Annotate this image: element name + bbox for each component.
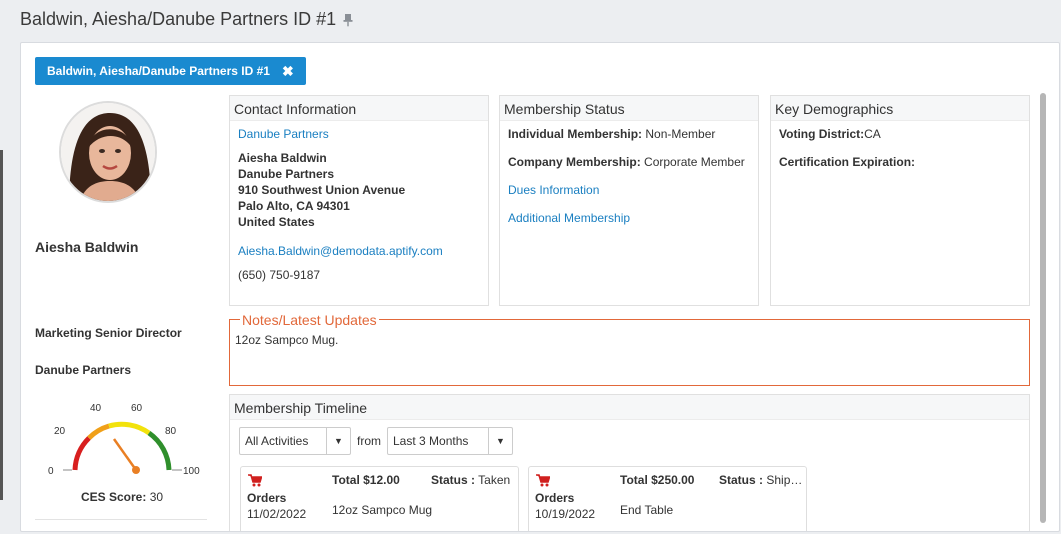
gauge-label-60: 60 <box>131 403 143 414</box>
contact-email-link[interactable]: Aiesha.Baldwin@demodata.aptify.com <box>238 243 480 259</box>
ces-score-value: 30 <box>149 490 164 504</box>
ces-score-label: CES Score: <box>81 490 147 504</box>
contact-company-link[interactable]: Danube Partners <box>238 126 480 142</box>
certification-expiration-label: Certification Expiration: <box>779 155 916 169</box>
timeline-entry[interactable]: Orders 10/19/2022 Total $250.00 Status :… <box>528 466 807 531</box>
notes-box[interactable]: Notes/Latest Updates 12oz Sampco Mug. <box>229 312 1030 386</box>
membership-status-card: Membership Status Individual Membership:… <box>499 95 759 306</box>
entry-date: 10/19/2022 <box>535 507 596 521</box>
company-membership-row: Company Membership: Corporate Member <box>508 154 750 170</box>
gauge-label-20: 20 <box>54 426 66 437</box>
ces-score: CES Score: 30 <box>81 490 163 504</box>
demographics-card-title: Key Demographics <box>771 96 1029 121</box>
shopping-cart-icon <box>536 474 550 487</box>
entry-status-label: Status : <box>431 473 476 487</box>
voting-district-value: CA <box>864 127 881 141</box>
gauge-label-80: 80 <box>165 426 177 437</box>
chevron-down-icon[interactable]: ▼ <box>488 428 512 454</box>
gauge-label-40: 40 <box>90 403 102 414</box>
company-membership-value: Corporate Member <box>644 155 745 169</box>
contact-name: Aiesha Baldwin <box>238 151 327 165</box>
entry-type: Orders <box>247 491 287 505</box>
key-demographics-card: Key Demographics Voting District:CA Cert… <box>770 95 1030 306</box>
notes-text: 12oz Sampco Mug. <box>235 333 339 347</box>
job-title: Marketing Senior Director <box>35 326 182 340</box>
avatar <box>59 101 157 203</box>
from-label: from <box>357 434 381 448</box>
entry-type: Orders <box>535 491 575 505</box>
ces-gauge: 0 20 40 60 80 100 <box>48 403 200 477</box>
gauge-label-0: 0 <box>48 466 54 477</box>
entry-status: Status : Taken <box>431 473 516 487</box>
page-header: Baldwin, Aiesha/Danube Partners ID #1 <box>0 0 1061 42</box>
left-divider <box>35 519 207 520</box>
individual-membership-label: Individual Membership: <box>508 127 643 141</box>
contact-phone: (650) 750-9187 <box>238 268 321 282</box>
membership-card-title: Membership Status <box>500 96 758 121</box>
date-range-select[interactable]: Last 3 Months ▼ <box>387 427 513 455</box>
entry-status-value: Shipped <box>766 473 804 487</box>
entry-description: 12oz Sampco Mug <box>332 503 433 517</box>
contact-street: 910 Southwest Union Avenue <box>238 183 406 197</box>
entry-status-value: Taken <box>478 473 511 487</box>
shopping-cart-icon <box>248 474 262 487</box>
voting-district-label: Voting District: <box>779 127 865 141</box>
company-name: Danube Partners <box>35 363 132 377</box>
entry-total: Total $250.00 <box>620 473 695 487</box>
contact-company: Danube Partners <box>238 167 335 181</box>
contact-information-card: Contact Information Danube Partners Aies… <box>229 95 489 306</box>
entry-total: Total $12.00 <box>332 473 400 487</box>
voting-district-row: Voting District:CA <box>779 126 1021 142</box>
dues-information-link[interactable]: Dues Information <box>508 182 750 198</box>
company-membership-label: Company Membership: <box>508 155 641 169</box>
contact-city: Palo Alto, CA 94301 <box>238 199 350 213</box>
entry-description: End Table <box>620 503 674 517</box>
additional-membership-link[interactable]: Additional Membership <box>508 210 750 226</box>
entry-status: Status : Shipped <box>719 473 804 487</box>
close-icon[interactable]: ✖ <box>282 63 294 80</box>
individual-membership-value: Non-Member <box>645 127 716 141</box>
chevron-down-icon[interactable]: ▼ <box>326 428 350 454</box>
gauge-label-100: 100 <box>183 466 200 477</box>
individual-membership-row: Individual Membership: Non-Member <box>508 126 750 142</box>
pin-icon[interactable] <box>341 13 355 27</box>
page-title: Baldwin, Aiesha/Danube Partners ID #1 <box>20 9 337 29</box>
person-name: Aiesha Baldwin <box>35 239 139 255</box>
date-range-value: Last 3 Months <box>393 434 469 448</box>
scrollbar[interactable] <box>1040 93 1046 523</box>
entry-status-label: Status : <box>719 473 764 487</box>
timeline-title: Membership Timeline <box>230 395 1029 420</box>
record-tab[interactable]: Baldwin, Aiesha/Danube Partners ID #1 ✖ <box>35 57 306 85</box>
contact-card-title: Contact Information <box>230 96 488 121</box>
activity-filter-value: All Activities <box>245 434 309 448</box>
notes-title: Notes/Latest Updates <box>240 312 379 328</box>
timeline-entry[interactable]: Orders 11/02/2022 Total $12.00 Status : … <box>240 466 519 531</box>
activity-filter-select[interactable]: All Activities ▼ <box>239 427 351 455</box>
contact-country: United States <box>238 215 315 229</box>
entry-date: 11/02/2022 <box>247 507 307 521</box>
record-panel: Baldwin, Aiesha/Danube Partners ID #1 ✖ … <box>20 42 1060 532</box>
record-tab-label: Baldwin, Aiesha/Danube Partners ID #1 <box>47 64 270 78</box>
left-edge-bar <box>0 150 3 500</box>
